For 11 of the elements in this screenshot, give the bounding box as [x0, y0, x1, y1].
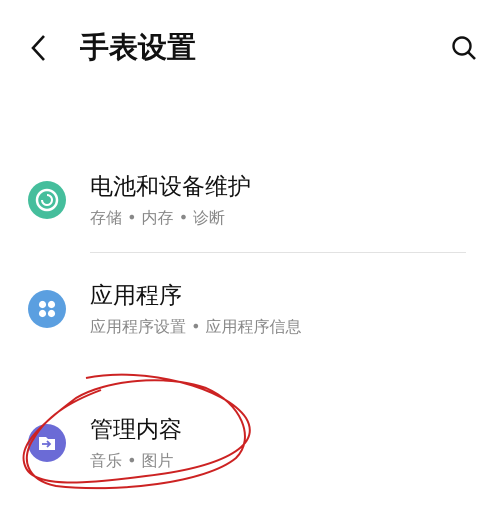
page-title: 手表设置: [80, 29, 197, 66]
settings-item[interactable]: 电池和设备维护 存储 • 内存 • 诊断: [0, 164, 500, 236]
item-subtitle: 存储 • 内存 • 诊断: [90, 208, 226, 229]
item-title: 应用程序: [90, 282, 183, 311]
item-title: 管理内容: [90, 416, 182, 445]
item-subtitle: 音乐 • 图片: [90, 451, 175, 472]
settings-item[interactable]: 管理内容 音乐 • 图片: [0, 407, 500, 479]
item-title: 电池和设备维护: [90, 173, 251, 202]
search-icon[interactable]: [450, 34, 478, 62]
item-subtitle: 应用程序设置 • 应用程序信息: [90, 317, 302, 338]
settings-item[interactable]: 应用程序 应用程序设置 • 应用程序信息: [0, 273, 500, 345]
